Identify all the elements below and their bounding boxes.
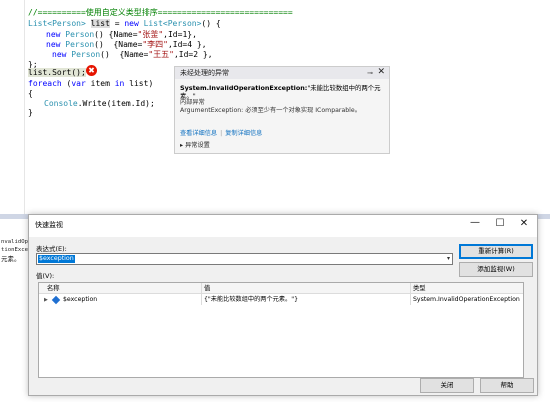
watch-grid: 名称 值 类型 ▶ $exception {"未能比较数组中的两个元素。"} S… (38, 282, 524, 378)
dialog-title: 快速监视 (35, 221, 63, 229)
close-button[interactable]: 关闭 (420, 378, 474, 393)
error-icon[interactable]: ✖ (86, 65, 97, 76)
code-token: = (109, 19, 125, 28)
dialog-titlebar: 快速监视 — ☐ ✕ (29, 215, 537, 237)
value-label: 值(V): (36, 272, 55, 280)
table-row[interactable]: ▶ $exception {"未能比较数组中的两个元素。"} System.In… (39, 295, 523, 305)
exception-type: System.InvalidOperationException: (180, 84, 308, 92)
chevron-down-icon[interactable]: ▾ (447, 255, 450, 262)
code-token: ,Id=1}, (163, 30, 197, 39)
code-token: Person (66, 50, 101, 59)
code-line-console: Console.Write(item.Id); (44, 98, 155, 109)
code-comment-line: //==========使用自定义类型排序===================… (28, 8, 293, 17)
code-token: new (46, 40, 61, 49)
code-token: "李四" (142, 40, 168, 49)
editor-gutter-line (24, 0, 25, 214)
expression-value: $exception (38, 255, 75, 263)
code-token: Person (60, 30, 95, 39)
exception-settings-toggle[interactable]: ▸ 异常设置 (180, 140, 210, 149)
code-token: Console (44, 99, 78, 108)
code-token: () {Name= (94, 40, 143, 49)
current-statement-highlight: list.Sort(); (28, 68, 86, 77)
code-token: "张釜" (137, 30, 164, 39)
exception-helper-popup: 未经处理的异常 ⊸ ✕ System.InvalidOperationExcep… (174, 66, 390, 154)
row-type: System.InvalidOperationException (413, 296, 520, 303)
code-line-foreach: foreach (var item in list) (28, 78, 153, 89)
code-token: Person (60, 40, 95, 49)
exception-links: 查看详细信息 | 复制详细信息 (180, 128, 262, 137)
view-details-link[interactable]: 查看详细信息 (180, 130, 217, 137)
code-line-open-brace: { (28, 89, 33, 98)
expand-icon[interactable]: ▶ (44, 295, 48, 305)
column-header-type[interactable]: 类型 (413, 283, 426, 294)
code-token: in (114, 79, 125, 88)
code-token: List<Person> (138, 19, 202, 28)
copy-details-link[interactable]: 复制详细信息 (225, 130, 262, 137)
code-line-person-3: new Person() {Name="王五",Id=2 }, (52, 49, 213, 60)
quick-watch-dialog: 快速监视 — ☐ ✕ 表达式(E): $exception ▾ 值(V): 重新… (28, 214, 538, 396)
code-token: list) (124, 79, 154, 88)
output-line: 元素。 (1, 255, 21, 263)
exception-message: System.InvalidOperationException:"未能比较数组… (180, 84, 388, 100)
code-token: var (71, 79, 86, 88)
code-token: () {Name= (94, 30, 138, 39)
code-token: .Write(item.Id); (77, 99, 155, 108)
code-token: new (52, 50, 67, 59)
close-icon[interactable]: ✕ (377, 66, 385, 78)
maximize-icon[interactable]: ☐ (491, 218, 509, 229)
object-icon (51, 295, 61, 305)
code-token: ,Id=4 }, (167, 40, 207, 49)
pin-icon[interactable]: ⊸ (367, 67, 373, 79)
code-line-sort: list.Sort(); (28, 67, 86, 78)
expression-label: 表达式(E): (36, 245, 67, 253)
inner-exception-message: ArgumentException: 必须至少有一个对象实现 IComparab… (180, 107, 361, 114)
row-name: $exception (63, 296, 98, 303)
code-line-list-decl: List<Person> list = new List<Person>() { (28, 18, 221, 29)
link-separator: | (220, 130, 223, 137)
close-icon[interactable]: ✕ (515, 218, 533, 229)
code-token: List<Person> (28, 19, 86, 28)
code-token: "王五" (148, 50, 174, 59)
grid-header: 名称 值 类型 (39, 283, 523, 294)
column-header-name[interactable]: 名称 (47, 283, 60, 294)
recalculate-button[interactable]: 重新计算(R) (459, 244, 533, 259)
row-value: {"未能比较数组中的两个元素。"} (204, 296, 299, 303)
output-line: tionExcep (1, 247, 32, 253)
code-line-close-brace: } (28, 108, 33, 117)
column-header-value[interactable]: 值 (204, 283, 210, 294)
code-token-list: list (90, 19, 110, 28)
add-watch-button[interactable]: 添加监视(W) (459, 262, 533, 277)
exception-popup-titlebar: 未经处理的异常 ⊸ ✕ (175, 67, 389, 79)
exception-popup-title: 未经处理的异常 (180, 69, 229, 77)
code-token: ,Id=2 }, (173, 50, 213, 59)
code-token: () { (201, 19, 221, 28)
code-token: ( (61, 79, 72, 88)
code-token: new (124, 19, 139, 28)
code-token: item (85, 79, 115, 88)
expression-input[interactable]: $exception ▾ (36, 253, 453, 265)
code-token: new (46, 30, 61, 39)
help-button[interactable]: 帮助 (480, 378, 534, 393)
minimize-icon[interactable]: — (466, 217, 484, 228)
code-token: foreach (28, 79, 62, 88)
code-token: () {Name= (100, 50, 149, 59)
